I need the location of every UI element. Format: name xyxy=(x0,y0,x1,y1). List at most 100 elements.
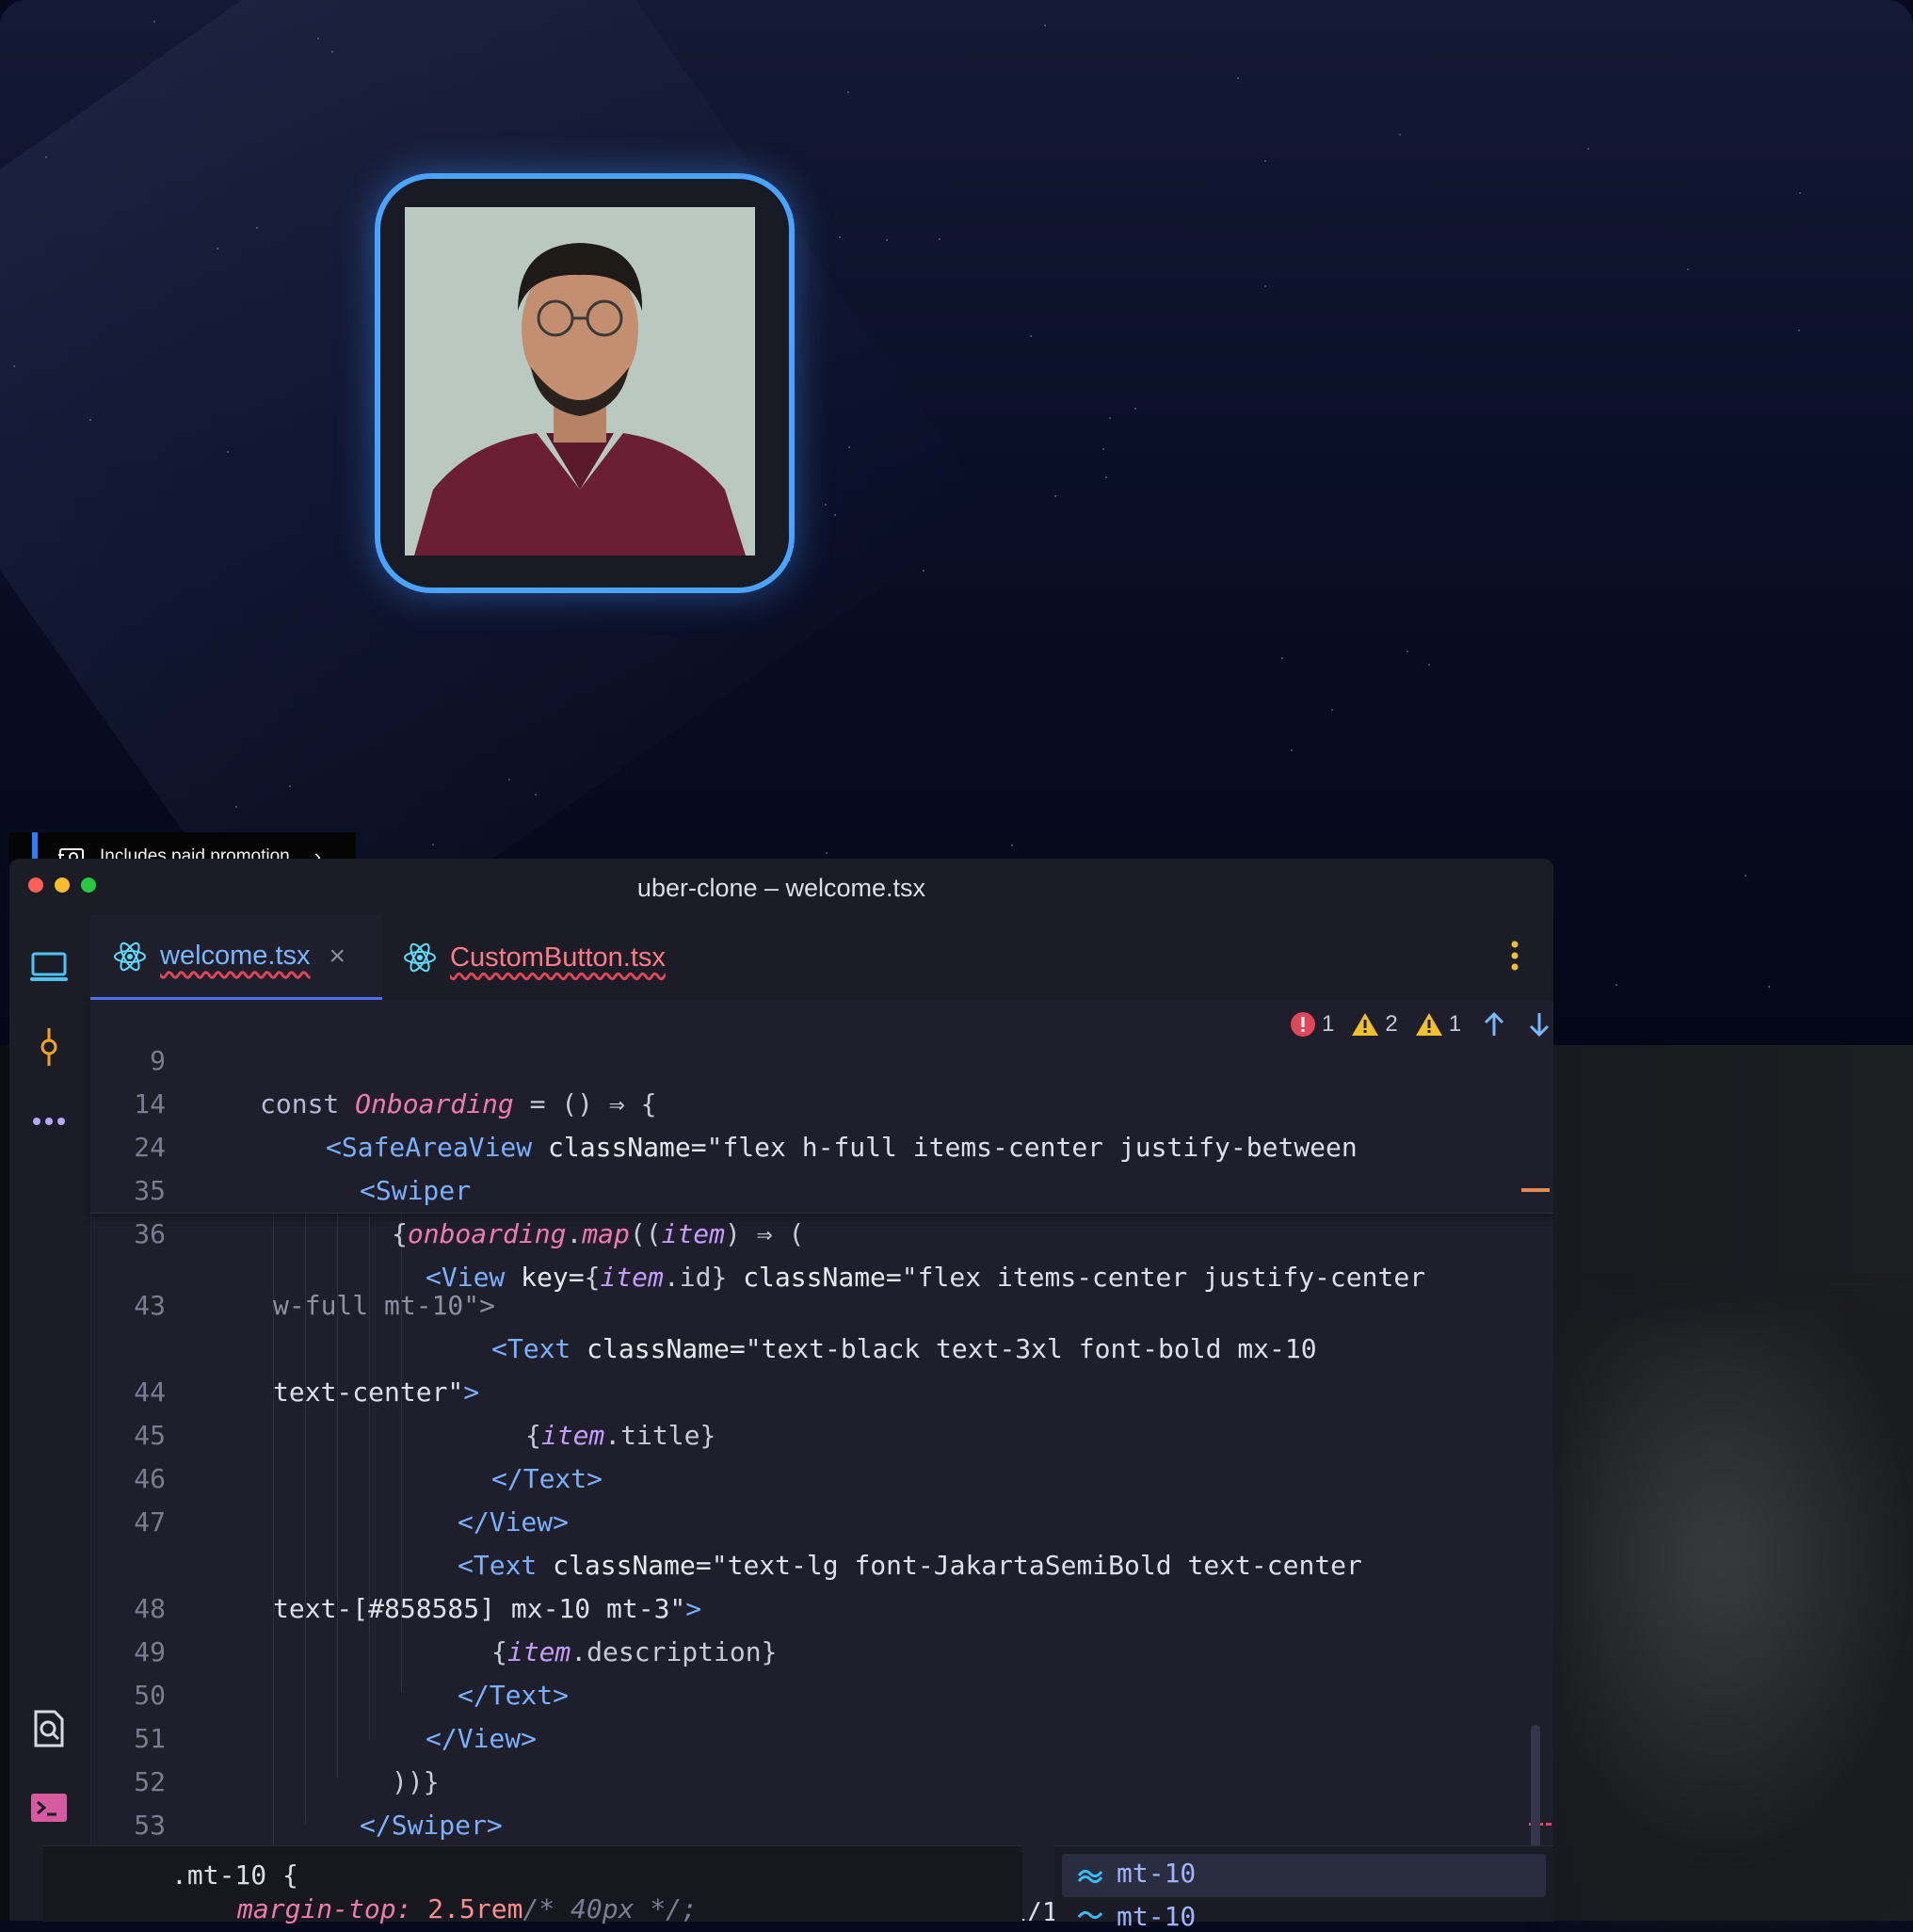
star xyxy=(1281,657,1283,659)
tailwind-icon xyxy=(1077,1869,1103,1884)
more-vertical-icon[interactable] xyxy=(1510,940,1519,972)
css-rule-body: margin-top: 2.5rem/* 40px */; xyxy=(237,1893,698,1924)
css-rule-selector: .mt-10 { xyxy=(171,1860,298,1891)
star xyxy=(834,514,836,516)
title-bar: uber-clone – welcome.tsx xyxy=(9,859,1553,916)
star xyxy=(1428,664,1430,666)
error-count: 1 xyxy=(1322,1011,1335,1037)
code-line: 47 <Text className="text-lg font-Jakarta… xyxy=(90,1457,1553,1581)
star xyxy=(1587,148,1589,150)
react-icon xyxy=(404,942,436,973)
code-line: 53 xyxy=(90,1761,1553,1841)
star xyxy=(331,51,333,53)
code-line: 51 ))} xyxy=(90,1674,1553,1797)
star xyxy=(217,248,218,250)
react-icon xyxy=(114,942,146,971)
line-number: 36 xyxy=(134,1218,166,1249)
code-line: 45 </Text> xyxy=(90,1371,1553,1494)
tab-custombutton[interactable]: CustomButton.tsx xyxy=(382,915,693,1000)
star xyxy=(235,806,237,808)
code-line: 24 <Swiper xyxy=(90,1083,1553,1206)
star xyxy=(1744,875,1746,877)
star xyxy=(508,779,510,781)
star xyxy=(1331,709,1333,711)
css-value: 2.5rem xyxy=(427,1893,523,1924)
star xyxy=(1768,986,1770,988)
warning-count: 2 xyxy=(1385,1011,1398,1037)
arrow-down-icon[interactable] xyxy=(1527,1011,1551,1038)
star xyxy=(13,365,15,367)
code-line: 49 </Text> xyxy=(90,1587,1553,1711)
star xyxy=(1264,160,1266,162)
code-line: 44 {item.title} xyxy=(90,1328,1553,1451)
code-line: 50 </View> xyxy=(90,1631,1553,1754)
tab-bar: welcome.tsx × CustomButton.tsx xyxy=(90,915,1553,1001)
code-line: 36 <View key={item.id} className="flex i… xyxy=(90,1169,1553,1293)
star xyxy=(923,570,924,572)
star xyxy=(1105,476,1107,478)
star xyxy=(1799,192,1801,194)
star xyxy=(227,451,229,453)
star xyxy=(535,794,537,796)
code-line: 14 <SafeAreaView className="flex h-full … xyxy=(90,1039,1553,1163)
tab-welcome[interactable]: welcome.tsx × xyxy=(90,915,382,1000)
git-commit-icon[interactable] xyxy=(36,1028,62,1066)
code-line: 52 </Swiper> xyxy=(90,1717,1553,1841)
code-line-current: 54 <CustomButton title="Next" className=… xyxy=(90,1804,1553,1921)
search-file-icon[interactable] xyxy=(32,1710,66,1747)
arrow-up-icon[interactable] xyxy=(1482,1011,1506,1038)
terminal-icon[interactable] xyxy=(30,1793,68,1823)
star xyxy=(1030,335,1032,337)
person-portrait xyxy=(405,207,755,555)
star xyxy=(886,239,888,241)
star xyxy=(1264,285,1266,287)
background-blur-shape xyxy=(1563,1318,1913,1921)
error-icon xyxy=(1291,1012,1315,1037)
star xyxy=(1102,448,1104,450)
star xyxy=(1011,845,1013,846)
tab-label: welcome.tsx xyxy=(160,941,311,971)
star xyxy=(839,236,841,238)
tailwind-icon xyxy=(1077,1910,1103,1920)
documentation-popup: .mt-10 { margin-top: 2.5rem/* 40px */; xyxy=(43,1845,1022,1924)
star xyxy=(1134,408,1136,410)
warning-icon xyxy=(1352,1013,1379,1036)
inspection-widget[interactable]: 1 2 1 xyxy=(1290,1011,1551,1038)
star xyxy=(153,21,155,23)
star xyxy=(1109,417,1111,419)
star xyxy=(289,785,291,787)
star xyxy=(1798,330,1800,331)
star xyxy=(317,38,319,40)
window-title: uber-clone – welcome.tsx xyxy=(636,874,926,902)
css-comment: /* 40px */; xyxy=(522,1893,698,1924)
more-icon[interactable] xyxy=(32,1117,66,1126)
completion-label[interactable]: mt-10 xyxy=(1117,1901,1196,1932)
star xyxy=(1054,495,1056,497)
star xyxy=(1399,134,1401,136)
monitor-icon[interactable] xyxy=(30,951,68,983)
star xyxy=(939,238,940,240)
star xyxy=(1291,749,1293,751)
ide-window: uber-clone – welcome.tsx welcome.tsx × C… xyxy=(9,859,1553,1921)
code-editor[interactable]: 1 2 1 9 const Onboarding = () ⇒ { 14 <Sa… xyxy=(90,1000,1553,1921)
star xyxy=(45,156,47,158)
css-property: margin-top: xyxy=(237,1893,412,1924)
avatar xyxy=(405,207,755,555)
star xyxy=(826,852,828,854)
completion-popup: mt-10 mt-10 xyxy=(1054,1845,1553,1932)
star xyxy=(1407,651,1408,652)
star xyxy=(847,91,849,93)
code-line: 46 </View> xyxy=(90,1414,1553,1538)
star xyxy=(1237,77,1239,79)
star xyxy=(1687,268,1689,270)
tab-label: CustomButton.tsx xyxy=(450,942,666,973)
change-marker xyxy=(1521,1188,1550,1192)
star xyxy=(256,227,258,229)
weak-warning-icon xyxy=(1415,1013,1442,1036)
star xyxy=(848,446,850,448)
star xyxy=(1044,24,1046,26)
close-icon[interactable]: × xyxy=(330,941,346,973)
code-line: 35 {onboarding.map((item) ⇒ ( xyxy=(90,1126,1553,1249)
weak-warning-count: 1 xyxy=(1448,1011,1462,1037)
star xyxy=(1616,984,1617,986)
